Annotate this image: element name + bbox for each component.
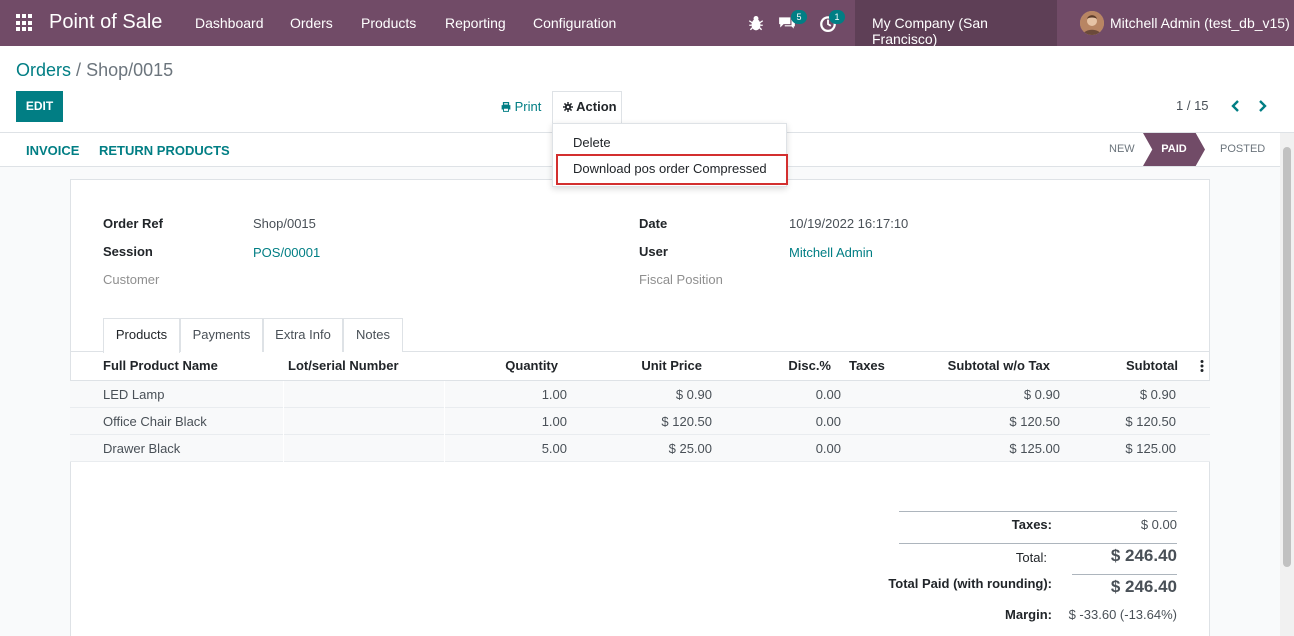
totals-divider: [1072, 574, 1177, 575]
cell-product: LED Lamp: [103, 387, 165, 402]
col-subtotal[interactable]: Subtotal: [1078, 358, 1178, 373]
cell-discount: 0.00: [815, 387, 841, 402]
breadcrumb-orders[interactable]: Orders: [16, 60, 71, 80]
cell-quantity: 5.00: [541, 441, 567, 456]
chevron-right-icon[interactable]: [1257, 99, 1269, 113]
apps-menu-icon[interactable]: [16, 14, 34, 32]
user-link[interactable]: Mitchell Admin: [789, 245, 873, 260]
col-lot-serial[interactable]: Lot/serial Number: [288, 358, 399, 373]
cell-subtotal: $ 0.90: [1139, 387, 1176, 402]
gear-icon: [563, 102, 573, 112]
col-quantity[interactable]: Quantity: [458, 358, 558, 373]
table-row[interactable]: LED Lamp 1.00 $ 0.90 0.00 $ 0.90 $ 0.90: [70, 381, 1210, 408]
invoice-button[interactable]: INVOICE: [26, 143, 79, 158]
session-link[interactable]: POS/00001: [253, 245, 320, 260]
column-options-icon[interactable]: [1199, 359, 1205, 373]
return-products-button[interactable]: RETURN PRODUCTS: [99, 143, 230, 158]
date-value: 10/19/2022 16:17:10: [789, 216, 909, 231]
stage-paid[interactable]: PAID: [1143, 133, 1205, 166]
tab-notes[interactable]: Notes: [343, 318, 403, 352]
tab-products[interactable]: Products: [103, 318, 180, 353]
total-label: Total:: [1015, 550, 1047, 565]
totals-divider: [899, 511, 1177, 512]
cell-product: Drawer Black: [103, 441, 181, 456]
customer-label: Customer: [103, 272, 160, 287]
printer-icon: [501, 102, 511, 112]
menu-configuration[interactable]: Configuration: [533, 15, 616, 31]
cell-subtotal: $ 120.50: [1125, 414, 1176, 429]
col-product-name[interactable]: Full Product Name: [103, 358, 218, 373]
cell-subtotal-wo-tax: $ 120.50: [1009, 414, 1060, 429]
breadcrumb-separator: /: [76, 60, 82, 80]
margin-value: $ -33.60 (-13.64%): [1068, 607, 1177, 622]
pager-value[interactable]: 1 / 15: [1176, 98, 1209, 113]
user-name: Mitchell Admin (test_db_v15): [1110, 15, 1290, 31]
cell-subtotal-wo-tax: $ 0.90: [1023, 387, 1060, 402]
date-label: Date: [639, 216, 668, 231]
action-label: Action: [576, 99, 617, 114]
bug-icon[interactable]: [747, 14, 765, 32]
total-value: $ 246.40: [1110, 546, 1177, 565]
order-ref-value: Shop/0015: [253, 216, 316, 231]
stage-new[interactable]: NEW: [1109, 143, 1135, 155]
cell-discount: 0.00: [815, 414, 841, 429]
cell-discount: 0.00: [815, 441, 841, 456]
messages-badge: 5: [791, 10, 807, 24]
activities-badge: 1: [829, 10, 845, 24]
cell-quantity: 1.00: [541, 387, 567, 402]
print-button[interactable]: Print: [501, 99, 541, 114]
chevron-left-icon[interactable]: [1229, 99, 1241, 113]
breadcrumb-current: Shop/0015: [86, 60, 174, 80]
totals-divider: [899, 543, 1177, 544]
taxes-value: $ 0.00: [1140, 517, 1177, 532]
cell-subtotal-wo-tax: $ 125.00: [1009, 441, 1060, 456]
action-button[interactable]: Action: [552, 91, 622, 123]
scrollbar-thumb[interactable]: [1283, 147, 1291, 567]
fiscal-position-label: Fiscal Position: [639, 272, 723, 287]
col-taxes[interactable]: Taxes: [849, 358, 885, 373]
action-dropdown: Delete Download pos order Compressed: [552, 123, 788, 187]
menu-dashboard[interactable]: Dashboard: [195, 15, 264, 31]
download-compressed-menu-item[interactable]: Download pos order Compressed: [573, 161, 767, 176]
margin-label: Margin:: [1005, 607, 1052, 622]
top-navbar: Point of Sale Dashboard Orders Products …: [0, 0, 1294, 47]
app-title[interactable]: Point of Sale: [49, 11, 162, 34]
total-paid-label: Total Paid (with rounding):: [888, 576, 1052, 591]
taxes-label: Taxes:: [1011, 517, 1052, 532]
cell-subtotal: $ 125.00: [1125, 441, 1176, 456]
stage-posted[interactable]: POSTED: [1220, 143, 1265, 155]
menu-orders[interactable]: Orders: [290, 15, 333, 31]
print-label: Print: [514, 99, 542, 114]
tab-extra-info[interactable]: Extra Info: [263, 318, 343, 352]
table-row[interactable]: Drawer Black 5.00 $ 25.00 0.00 $ 125.00 …: [70, 435, 1210, 462]
avatar: [1080, 11, 1104, 35]
session-label: Session: [103, 244, 153, 259]
scrollbar[interactable]: [1280, 133, 1294, 636]
table-row[interactable]: Office Chair Black 1.00 $ 120.50 0.00 $ …: [70, 408, 1210, 435]
company-switcher[interactable]: My Company (San Francisco): [855, 0, 1057, 47]
cell-unit-price: $ 0.90: [675, 387, 712, 402]
col-subtotal-wo-tax[interactable]: Subtotal w/o Tax: [900, 358, 1050, 373]
tab-payments[interactable]: Payments: [180, 318, 263, 352]
company-name: My Company (San Francisco): [872, 15, 988, 47]
delete-menu-item[interactable]: Delete: [573, 135, 611, 150]
breadcrumb: Orders / Shop/0015: [16, 60, 173, 81]
cell-quantity: 1.00: [541, 414, 567, 429]
edit-button[interactable]: EDIT: [16, 91, 63, 122]
col-discount[interactable]: Disc.%: [731, 358, 831, 373]
cell-product: Office Chair Black: [103, 414, 207, 429]
cell-unit-price: $ 120.50: [661, 414, 712, 429]
user-label: User: [639, 244, 668, 259]
order-ref-label: Order Ref: [103, 216, 163, 231]
col-unit-price[interactable]: Unit Price: [602, 358, 702, 373]
menu-reporting[interactable]: Reporting: [445, 15, 506, 31]
menu-products[interactable]: Products: [361, 15, 416, 31]
cell-unit-price: $ 25.00: [668, 441, 712, 456]
total-paid-value: $ 246.40: [1110, 577, 1177, 596]
